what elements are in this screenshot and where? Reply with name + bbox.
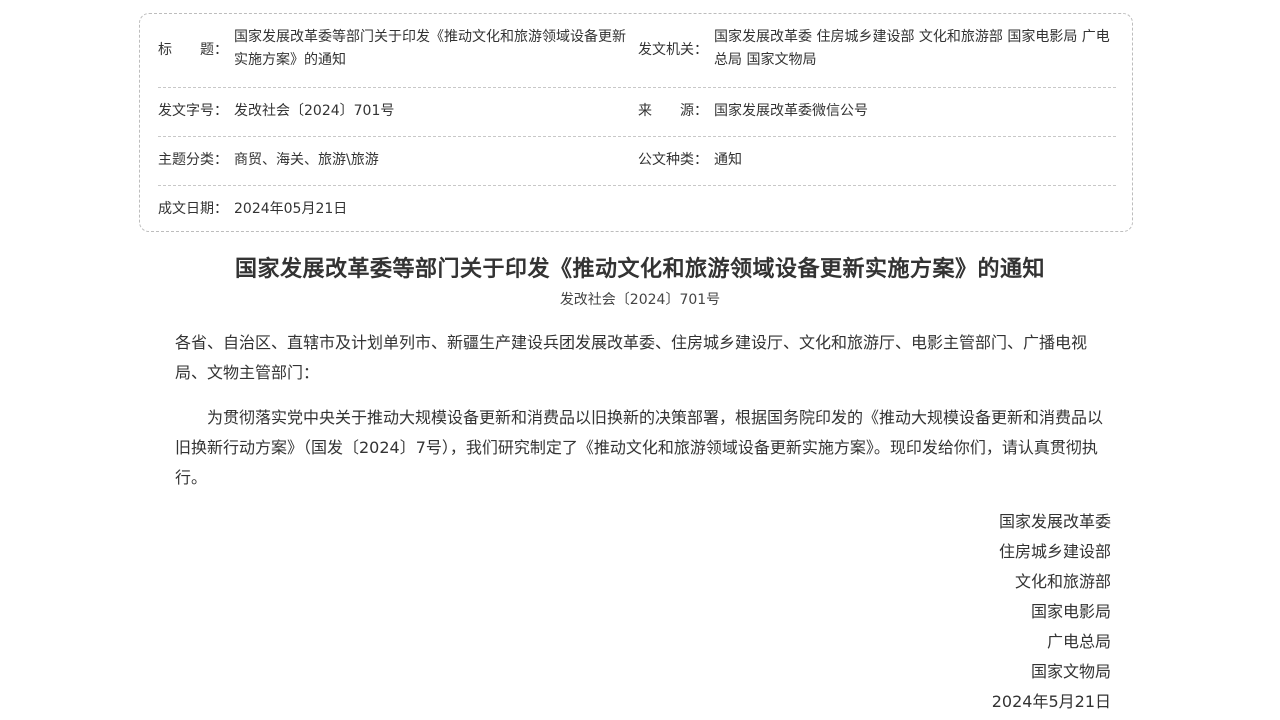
- date-value: 2024年05月21日: [234, 201, 348, 217]
- document-title: 国家发展改革委等部门关于印发《推动文化和旅游领域设备更新实施方案》的通知: [234, 256, 1045, 282]
- metadata-row-number: 发文字号： 发改社会〔2024〕701号 来 源： 国家发展改革委微信公号: [158, 87, 1116, 137]
- doc-type-label: 公文种类：: [638, 152, 708, 168]
- metadata-row-category: 主题分类： 商贸、海关、旅游\旅游 公文种类： 通知: [158, 136, 1116, 186]
- document-number: 发改社会〔2024〕701号: [559, 292, 721, 308]
- category-label: 主题分类：: [158, 152, 228, 168]
- signing-date: 2024年5月21日: [991, 692, 1111, 711]
- signatory-5: 广电总局: [1046, 632, 1111, 651]
- date-label: 成文日期：: [158, 201, 228, 217]
- doc-type-value: 通知: [714, 152, 742, 168]
- metadata-row-date: 成文日期： 2024年05月21日: [158, 185, 1116, 232]
- issuer-label: 发文机关：: [638, 42, 708, 58]
- issuer-value: 国家发展改革委 住房城乡建设部 文化和旅游部 国家电影局 广电总局 国家文物局: [714, 29, 1110, 68]
- salutation: 各省、自治区、直辖市及计划单列市、新疆生产建设兵团发展改革委、住房城乡建设厅、文…: [175, 333, 1088, 382]
- source-value: 国家发展改革委微信公号: [714, 103, 868, 119]
- doc-number-value: 发改社会〔2024〕701号: [234, 103, 395, 119]
- title-label: 标 题：: [158, 42, 228, 58]
- doc-number-label: 发文字号：: [158, 103, 228, 119]
- metadata-row-title: 标 题： 国家发展改革委等部门关于印发《推动文化和旅游领域设备更新实施方案》的通…: [158, 26, 1116, 88]
- signatory-2: 住房城乡建设部: [998, 542, 1111, 561]
- document-metadata-box: 标 题： 国家发展改革委等部门关于印发《推动文化和旅游领域设备更新实施方案》的通…: [139, 13, 1133, 232]
- signatory-3: 文化和旅游部: [1014, 572, 1111, 591]
- body-paragraph: 为贯彻落实党中央关于推动大规模设备更新和消费品以旧换新的决策部署，根据国务院印发…: [175, 408, 1104, 487]
- category-value: 商贸、海关、旅游\旅游: [234, 152, 379, 168]
- signatory-4: 国家电影局: [1030, 602, 1111, 621]
- source-label: 来 源：: [638, 103, 708, 119]
- signatory-6: 国家文物局: [1030, 662, 1111, 681]
- signatory-1: 国家发展改革委: [998, 512, 1111, 531]
- title-value: 国家发展改革委等部门关于印发《推动文化和旅游领域设备更新实施方案》的通知: [234, 29, 626, 68]
